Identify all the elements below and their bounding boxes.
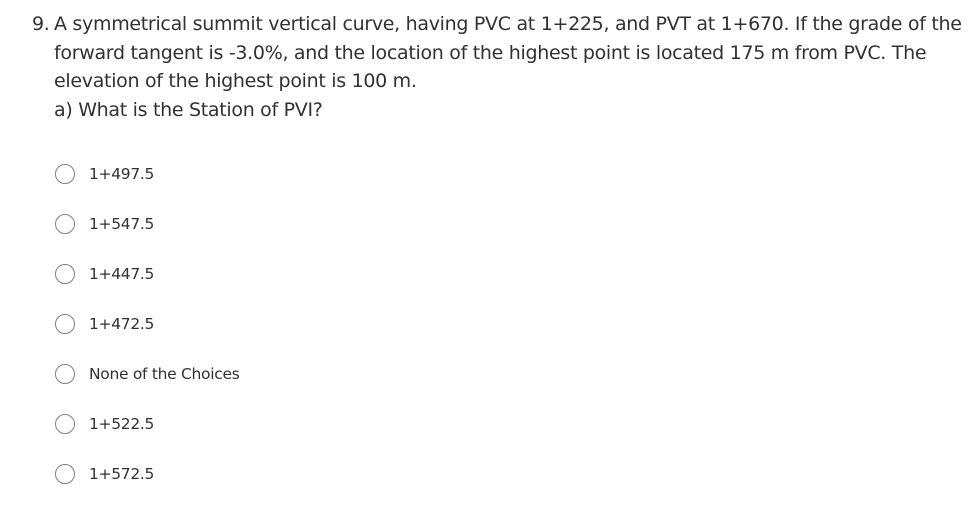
option-5[interactable]: None of the Choices <box>55 349 240 399</box>
question-subpart: a) What is the Station of PVI? <box>54 98 323 121</box>
radio-button-icon[interactable] <box>55 264 75 284</box>
radio-button-icon[interactable] <box>55 364 75 384</box>
option-label: 1+547.5 <box>89 215 155 233</box>
option-label: 1+572.5 <box>89 465 155 483</box>
radio-button-icon[interactable] <box>55 414 75 434</box>
question-line: forward tangent is -3.0%, and the locati… <box>54 41 927 64</box>
question-line: elevation of the highest point is 100 m. <box>54 70 417 92</box>
option-label: 1+447.5 <box>89 265 155 283</box>
option-label: 1+497.5 <box>89 165 155 183</box>
option-3[interactable]: 1+447.5 <box>55 249 239 299</box>
option-label: 1+522.5 <box>89 415 155 433</box>
answer-options: 1+497.5 1+547.5 1+447.5 1+472.5 None of … <box>55 149 240 499</box>
question-line: A symmetrical summit vertical curve, hav… <box>54 13 962 35</box>
option-4[interactable]: 1+472.5 <box>55 299 239 349</box>
radio-button-icon[interactable] <box>55 314 75 334</box>
option-label: None of the Choices <box>89 365 240 383</box>
option-6[interactable]: 1+522.5 <box>55 399 239 449</box>
option-2[interactable]: 1+547.5 <box>55 199 239 249</box>
radio-button-icon[interactable] <box>55 464 75 484</box>
option-7[interactable]: 1+572.5 <box>55 449 239 499</box>
question-text: A symmetrical summit vertical curve, hav… <box>54 10 972 124</box>
radio-button-icon[interactable] <box>55 164 75 184</box>
question-block: 9. A symmetrical summit vertical curve, … <box>32 10 972 124</box>
radio-button-icon[interactable] <box>55 214 75 234</box>
option-1[interactable]: 1+497.5 <box>55 149 239 199</box>
question-number: 9. <box>32 13 50 35</box>
option-label: 1+472.5 <box>89 315 155 333</box>
